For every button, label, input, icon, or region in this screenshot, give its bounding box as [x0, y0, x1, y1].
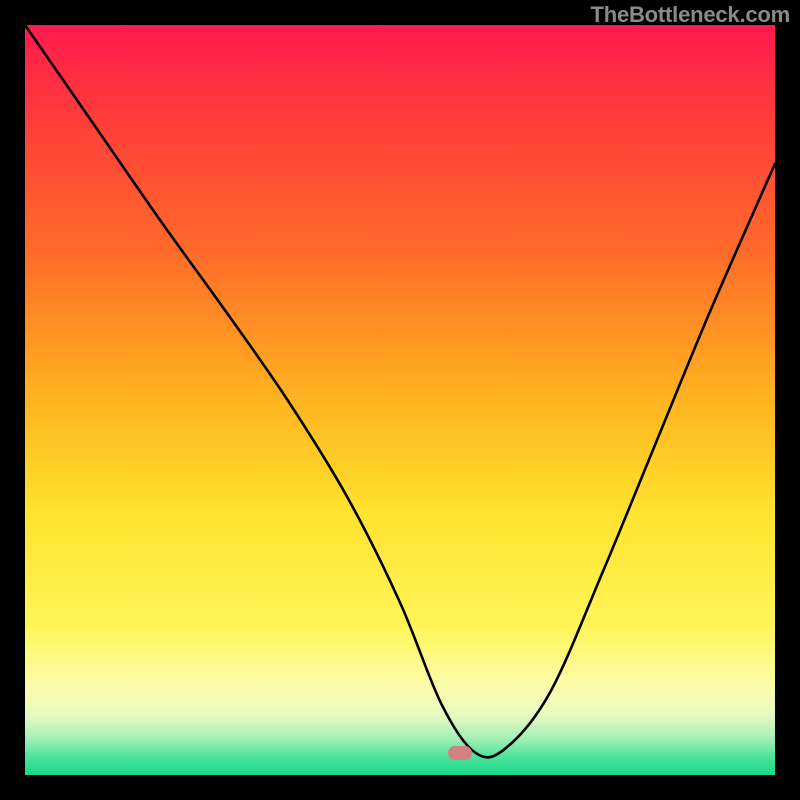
plot-area: [25, 25, 775, 775]
optimal-marker: [448, 746, 472, 760]
chart-frame: TheBottleneck.com: [0, 0, 800, 800]
chart-svg: [25, 25, 775, 775]
gradient-background: [25, 25, 775, 775]
